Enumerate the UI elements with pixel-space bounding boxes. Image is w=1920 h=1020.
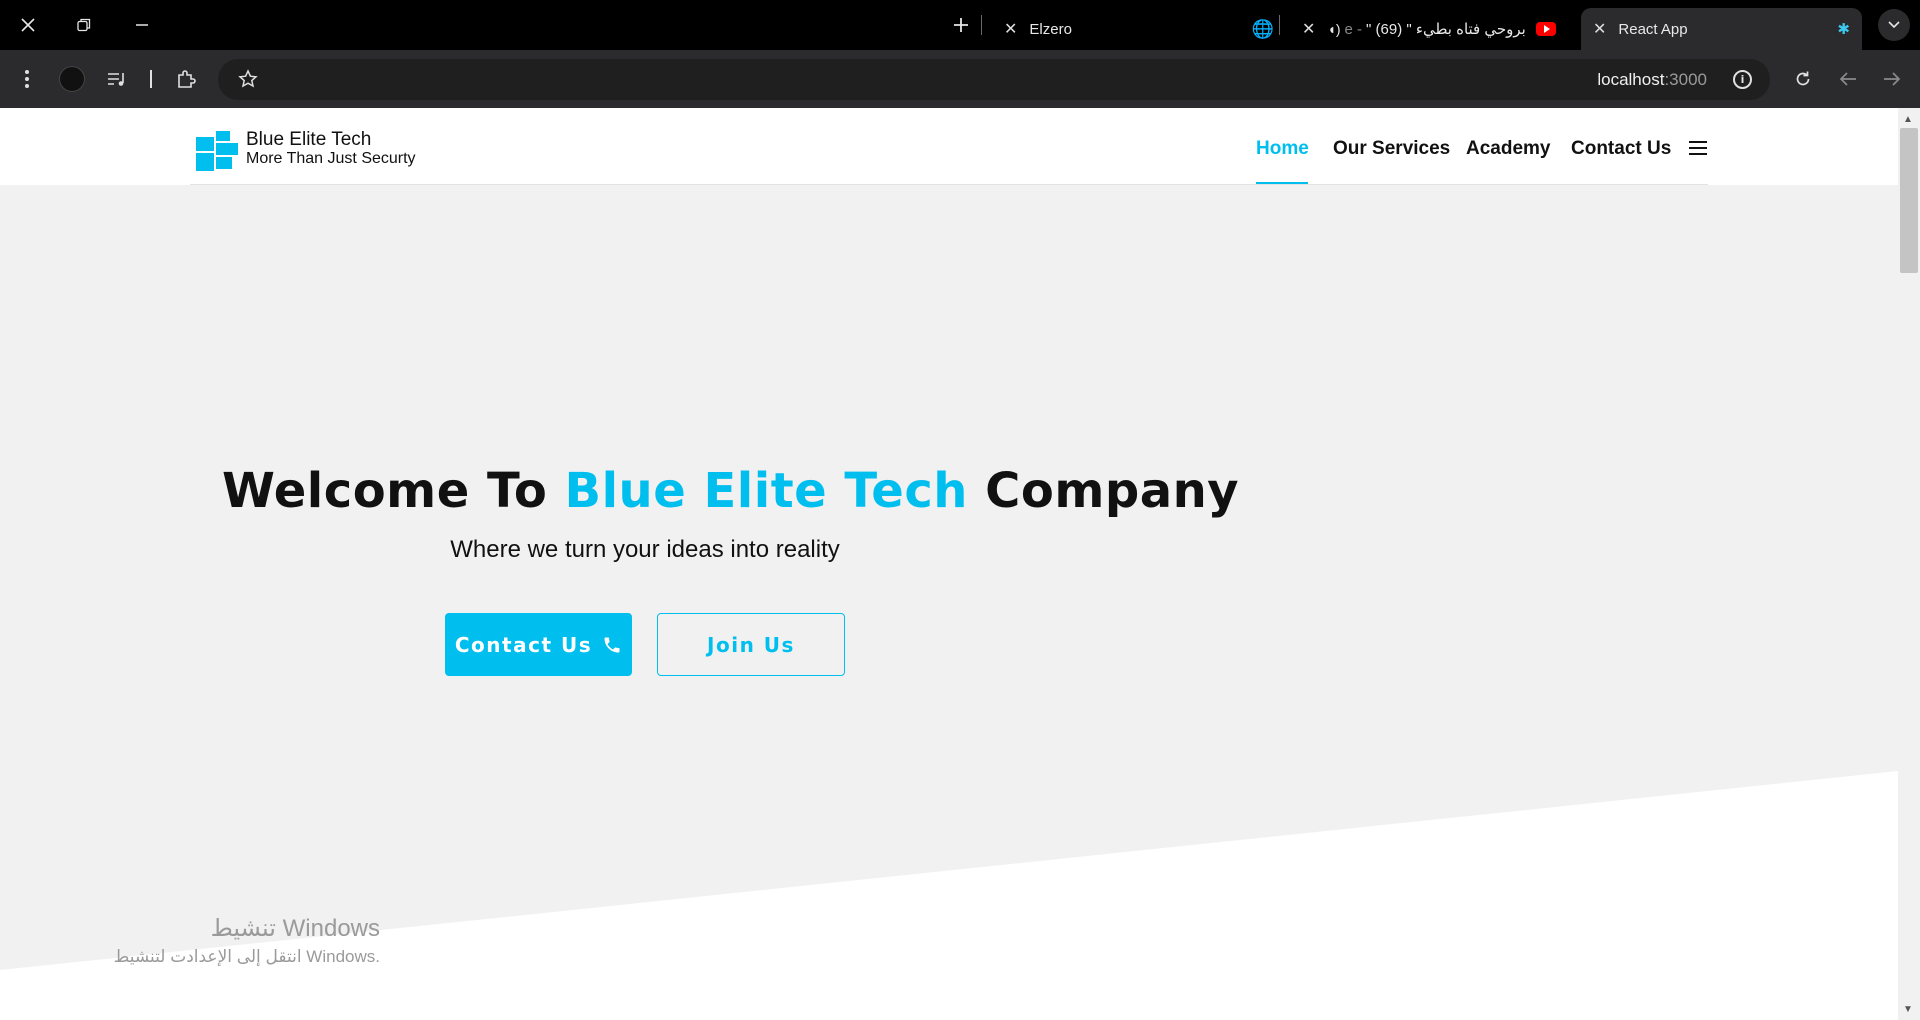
hero-slant-background (0, 771, 1898, 1020)
contact-us-label: Contact Us (454, 632, 593, 657)
site-header: Blue Elite Tech More Than Just Securty H… (0, 108, 1898, 185)
scroll-up-arrow-icon[interactable]: ▲ (1903, 114, 1913, 125)
close-window-icon[interactable] (11, 11, 45, 39)
page-viewport: Blue Elite Tech More Than Just Securty H… (0, 108, 1898, 1020)
windows-activation-watermark: تنشيط Windows انتقل إلى الإعدادت لتنشيط … (0, 914, 380, 967)
nav-contact-us[interactable]: Contact Us (1571, 138, 1671, 160)
hero-subtitle: Where we turn your ideas into reality (450, 536, 840, 563)
tab-title: Elzero (1029, 20, 1072, 38)
phone-icon (604, 637, 620, 652)
nav-our-services[interactable]: Our Services (1333, 138, 1450, 160)
hero-title: Welcome To Blue Elite Tech Company (222, 463, 1239, 519)
url-host: localhost (1597, 70, 1665, 89)
close-tab-icon[interactable]: ✕ (1004, 19, 1017, 39)
tab-title: " بروحي فتاه بطيء " (69) (1366, 21, 1526, 38)
bookmark-star-icon[interactable] (238, 69, 258, 94)
activation-title: تنشيط Windows (210, 915, 380, 942)
tab-elzero[interactable]: ✕ Elzero 🌐 (992, 8, 1282, 50)
header-divider (190, 184, 1708, 185)
url-text: localhost:3000 (1597, 70, 1707, 90)
audio-playing-icon[interactable]: ◖) (1327, 21, 1340, 37)
activation-hint: انتقل إلى الإعدادت لتنشيط Windows. (113, 947, 380, 966)
hero-title-prefix: Welcome To (222, 463, 565, 519)
close-tab-icon[interactable]: ✕ (1302, 19, 1315, 39)
browser-tab-bar: ✕ Elzero 🌐 ✕ ◖) e - " بروحي فتاه بطيء " … (0, 0, 1920, 50)
site-info-icon[interactable]: i (1733, 70, 1752, 89)
tab-youtube[interactable]: ✕ ◖) e - " بروحي فتاه بطيء " (69) (1290, 8, 1580, 50)
scrollbar-thumb[interactable] (1900, 128, 1918, 273)
tab-react-app[interactable]: ✕ React App ✱ (1581, 8, 1862, 50)
back-arrow-icon[interactable] (1833, 64, 1863, 94)
scroll-down-arrow-icon[interactable]: ▼ (1903, 1004, 1913, 1015)
new-tab-icon[interactable] (944, 11, 978, 39)
tab-title-fragment: e - (1344, 20, 1363, 38)
tab-title: React App (1618, 20, 1688, 38)
tab-separator (981, 15, 982, 35)
hero-title-suffix: Company (967, 463, 1240, 519)
media-queue-icon[interactable] (102, 64, 132, 94)
reload-icon[interactable] (1788, 64, 1818, 94)
nav-academy[interactable]: Academy (1466, 138, 1551, 160)
minimize-window-icon[interactable] (125, 11, 159, 39)
address-bar[interactable]: localhost:3000 i (218, 59, 1770, 100)
menu-kebab-icon[interactable] (12, 64, 42, 94)
tab-separator (1279, 15, 1280, 35)
url-port: :3000 (1664, 70, 1707, 89)
contact-us-button[interactable]: Contact Us (445, 613, 632, 676)
hero-title-highlight: Blue Elite Tech (564, 463, 968, 519)
brand-text[interactable]: Blue Elite Tech More Than Just Securty (246, 130, 416, 168)
toolbar-divider (150, 70, 152, 88)
join-us-label: Join Us (707, 632, 795, 657)
forward-arrow-icon[interactable] (1877, 64, 1907, 94)
tab-search-icon[interactable] (1878, 9, 1910, 41)
brand-tagline: More Than Just Securty (246, 150, 416, 167)
globe-icon: 🌐 (1251, 18, 1274, 39)
youtube-icon (1535, 22, 1556, 36)
close-tab-icon[interactable]: ✕ (1593, 19, 1606, 39)
join-us-button[interactable]: Join Us (657, 613, 845, 676)
hamburger-menu-icon[interactable] (1689, 141, 1707, 155)
react-favicon-icon: ✱ (1837, 21, 1850, 38)
brand-logo-icon[interactable] (196, 131, 238, 171)
nav-home[interactable]: Home (1256, 138, 1309, 160)
restore-window-icon[interactable] (67, 11, 101, 39)
profile-avatar[interactable] (59, 66, 85, 92)
extensions-icon[interactable] (171, 64, 201, 94)
brand-name: Blue Elite Tech (246, 129, 372, 150)
